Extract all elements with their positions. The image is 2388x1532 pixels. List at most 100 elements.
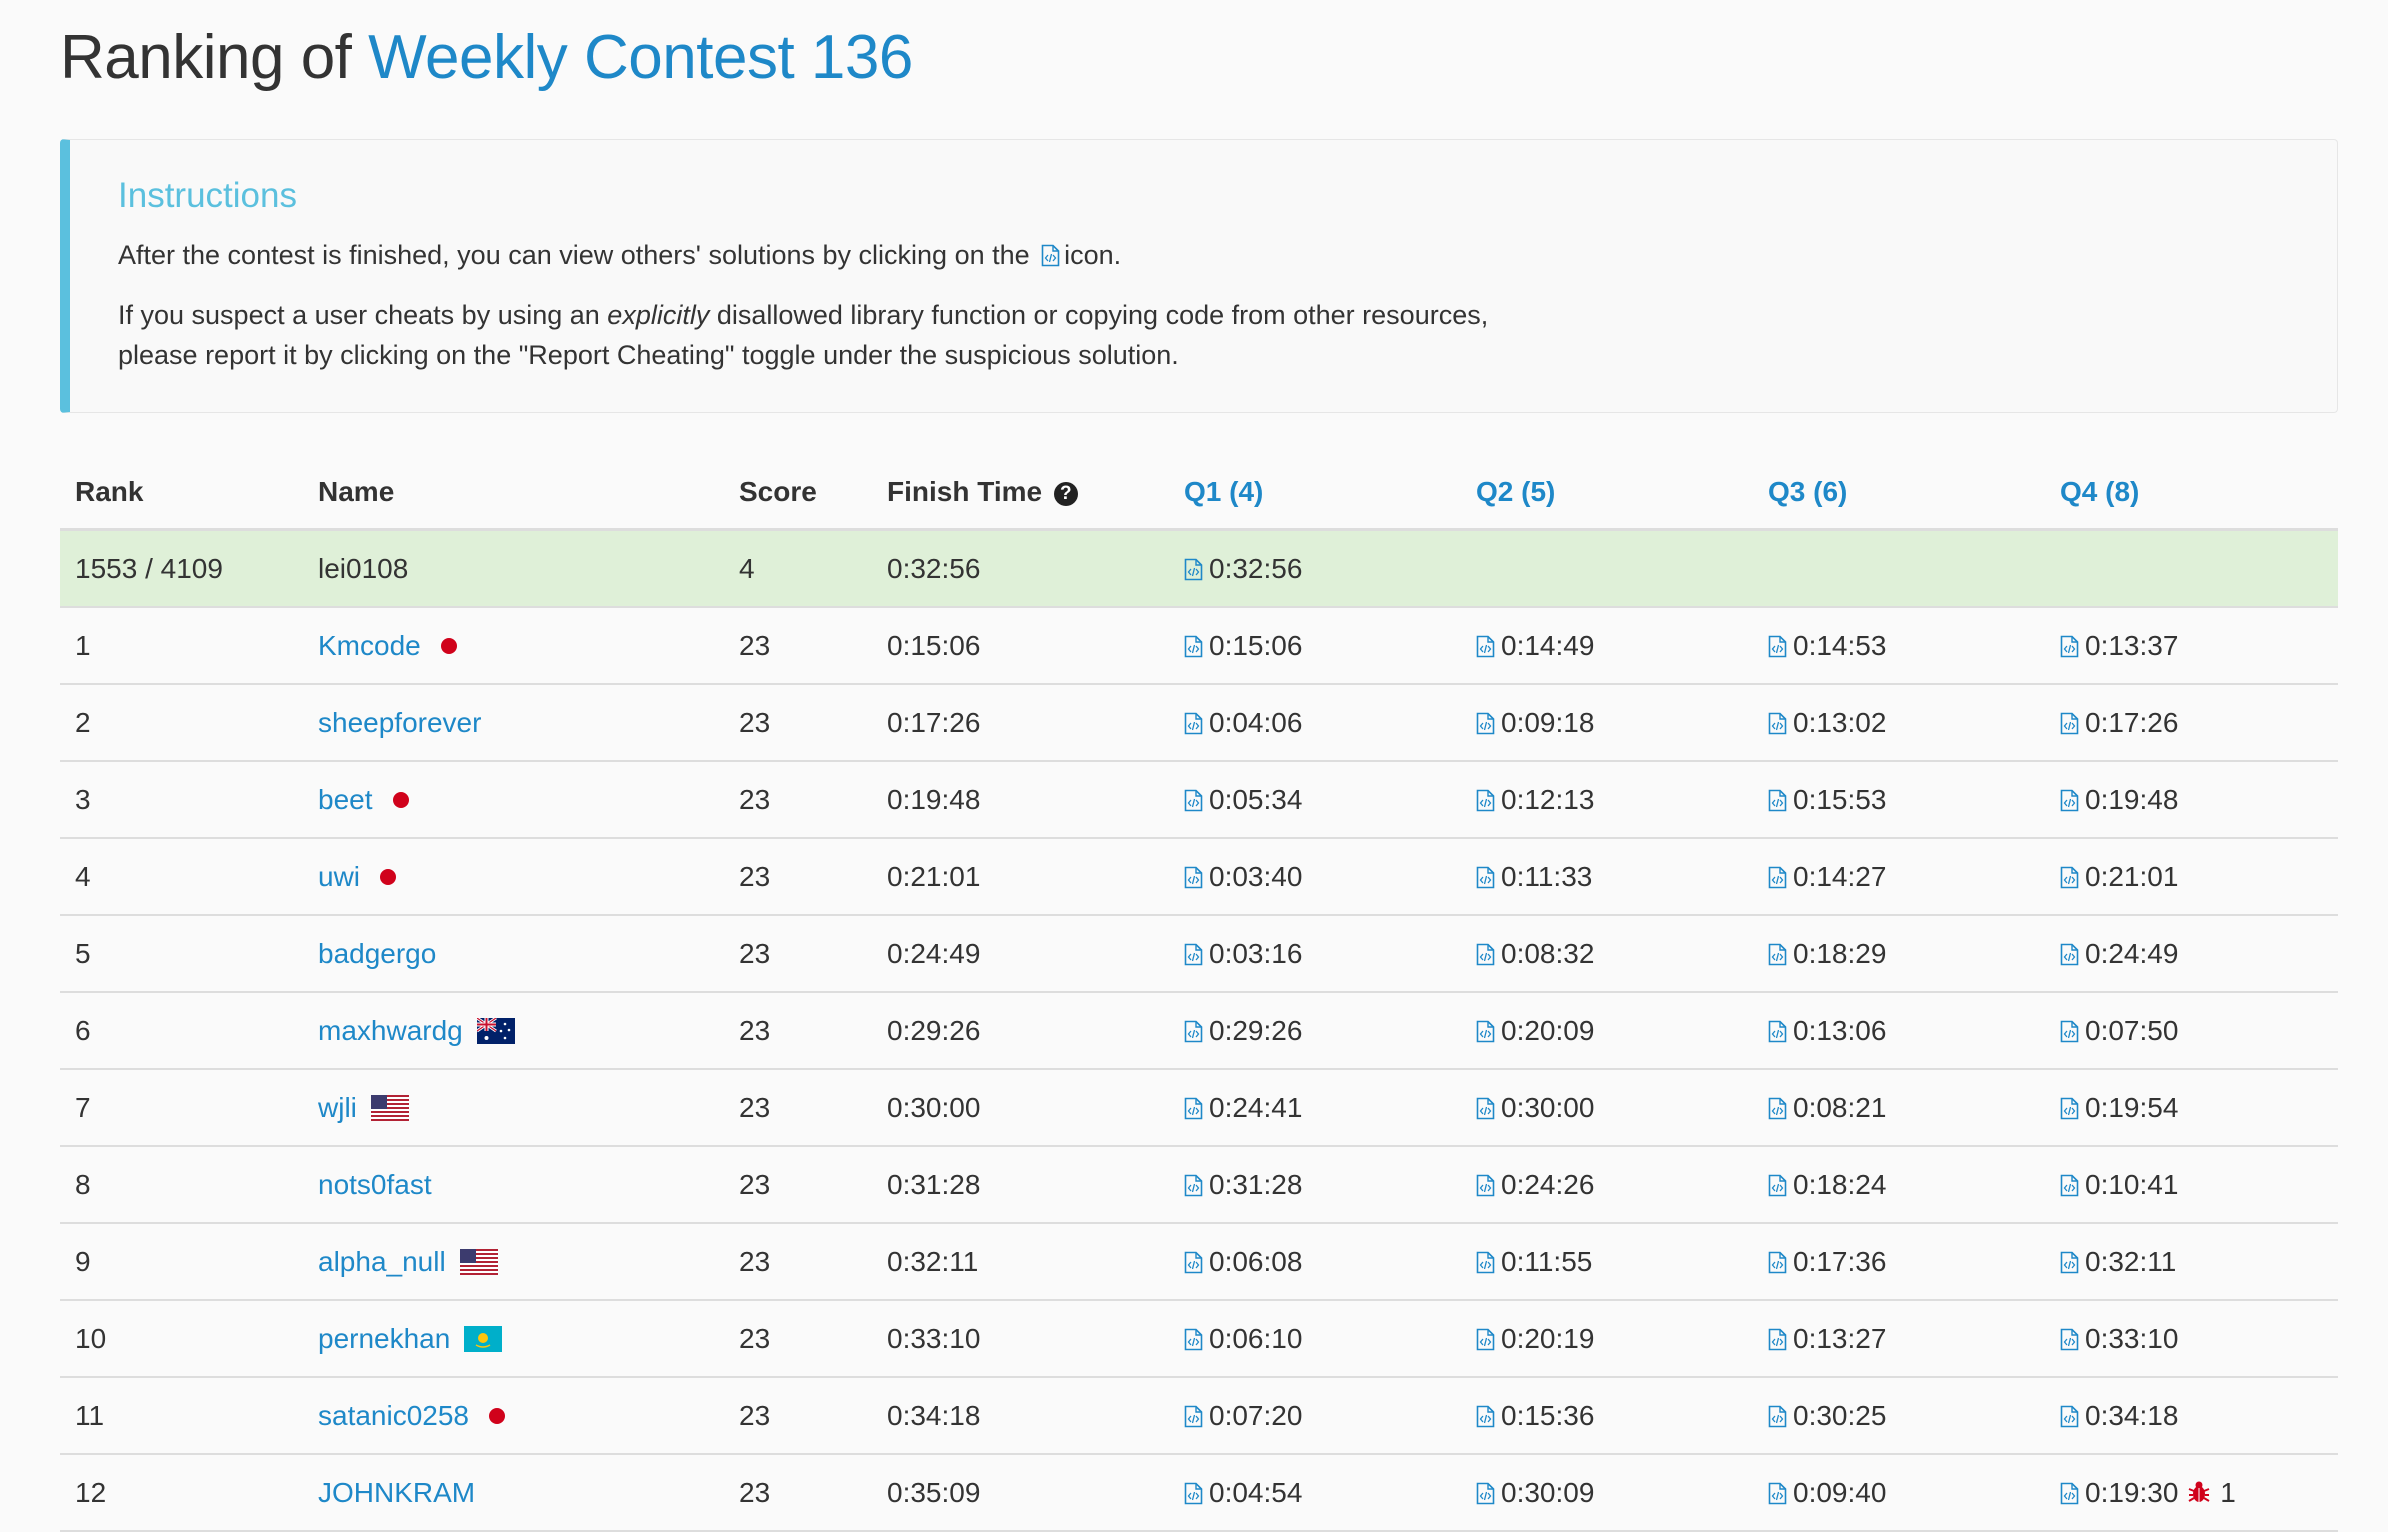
code-file-icon[interactable] [1476,1482,1495,1505]
code-file-icon[interactable] [2060,1328,2079,1351]
code-file-icon[interactable] [1768,635,1787,658]
code-file-icon[interactable] [1184,1482,1203,1505]
code-file-icon[interactable] [1768,1482,1787,1505]
header-q4[interactable]: Q4 (8) [2045,456,2338,531]
q4-cell[interactable]: 0:19:54 [2045,1069,2338,1147]
q4-cell[interactable]: 0:21:01 [2045,838,2338,916]
code-file-icon[interactable] [2060,789,2079,812]
q1-cell[interactable]: 0:04:54 [1169,1454,1461,1532]
code-file-icon[interactable] [1184,1405,1203,1428]
q4-cell[interactable]: 0:33:10 [2045,1300,2338,1378]
q3-cell[interactable]: 0:09:40 [1753,1454,2045,1532]
code-file-icon[interactable] [1184,1328,1203,1351]
user-link[interactable]: beet [318,784,373,815]
code-file-icon[interactable] [1476,866,1495,889]
q4-cell[interactable]: 0:17:26 [2045,684,2338,762]
user-link[interactable]: uwi [318,861,360,892]
user-link[interactable]: sheepforever [318,707,481,738]
header-q2[interactable]: Q2 (5) [1461,456,1753,531]
code-file-icon[interactable] [1184,558,1203,581]
q4-cell[interactable]: 0:13:37 [2045,607,2338,685]
user-link[interactable]: Kmcode [318,630,421,661]
q2-cell[interactable]: 0:20:19 [1461,1300,1753,1378]
q4-cell[interactable]: 0:34:18 [2045,1377,2338,1455]
q4-cell[interactable]: 0:19:48 [2045,761,2338,839]
code-file-icon[interactable] [1768,866,1787,889]
q3-cell[interactable]: 0:08:21 [1753,1069,2045,1147]
q2-cell[interactable]: 0:24:26 [1461,1146,1753,1224]
code-file-icon[interactable] [2060,943,2079,966]
q1-cell[interactable]: 0:03:40 [1169,838,1461,916]
code-file-icon[interactable] [2060,712,2079,735]
code-file-icon[interactable] [1184,712,1203,735]
code-file-icon[interactable] [1768,1405,1787,1428]
header-q3[interactable]: Q3 (6) [1753,456,2045,531]
q3-cell[interactable]: 0:13:27 [1753,1300,2045,1378]
my-q1-cell[interactable]: 0:32:56 [1169,529,1461,608]
q1-cell[interactable]: 0:24:41 [1169,1069,1461,1147]
code-file-icon[interactable] [1184,1174,1203,1197]
user-link[interactable]: wjli [318,1092,357,1123]
q3-cell[interactable]: 0:13:02 [1753,684,2045,762]
q2-cell[interactable]: 0:11:55 [1461,1223,1753,1301]
code-file-icon[interactable] [1476,1020,1495,1043]
q2-cell[interactable]: 0:15:36 [1461,1377,1753,1455]
q3-cell[interactable]: 0:13:06 [1753,992,2045,1070]
code-file-icon[interactable] [2060,1097,2079,1120]
q4-cell[interactable]: 0:32:11 [2045,1223,2338,1301]
user-link[interactable]: badgergo [318,938,436,969]
code-file-icon[interactable] [1768,1097,1787,1120]
q3-cell[interactable]: 0:18:29 [1753,915,2045,993]
q2-cell[interactable]: 0:30:00 [1461,1069,1753,1147]
q1-cell[interactable]: 0:06:08 [1169,1223,1461,1301]
code-file-icon[interactable] [1476,635,1495,658]
q1-cell[interactable]: 0:31:28 [1169,1146,1461,1224]
code-file-icon[interactable] [2060,1482,2079,1505]
question-circle-icon[interactable]: ? [1053,482,1078,506]
q2-cell[interactable]: 0:08:32 [1461,915,1753,993]
code-file-icon[interactable] [1476,1328,1495,1351]
q1-cell[interactable]: 0:15:06 [1169,607,1461,685]
code-file-icon[interactable] [1476,1405,1495,1428]
code-file-icon[interactable] [1184,866,1203,889]
q1-cell[interactable]: 0:04:06 [1169,684,1461,762]
q4-cell[interactable]: 0:10:41 [2045,1146,2338,1224]
q3-cell[interactable]: 0:18:24 [1753,1146,2045,1224]
q3-cell[interactable]: 0:17:36 [1753,1223,2045,1301]
q3-cell[interactable]: 0:30:25 [1753,1377,2045,1455]
code-file-icon[interactable] [2060,1251,2079,1274]
code-file-icon[interactable] [1476,712,1495,735]
q4-cell[interactable]: 0:19:30 1 [2045,1454,2338,1532]
q2-cell[interactable]: 0:12:13 [1461,761,1753,839]
code-file-icon[interactable] [1768,1020,1787,1043]
code-file-icon[interactable] [1184,1020,1203,1043]
q2-cell[interactable]: 0:14:49 [1461,607,1753,685]
code-file-icon[interactable] [1184,1251,1203,1274]
user-link[interactable]: pernekhan [318,1323,450,1354]
q2-cell[interactable]: 0:20:09 [1461,992,1753,1070]
code-file-icon[interactable] [1768,1328,1787,1351]
q2-cell[interactable]: 0:09:18 [1461,684,1753,762]
code-file-icon[interactable] [2060,1174,2079,1197]
q1-cell[interactable]: 0:29:26 [1169,992,1461,1070]
q4-cell[interactable]: 0:07:50 [2045,992,2338,1070]
code-file-icon[interactable] [1476,789,1495,812]
code-file-icon[interactable] [1184,1097,1203,1120]
user-link[interactable]: nots0fast [318,1169,432,1200]
contest-link[interactable]: Weekly Contest 136 [368,23,913,92]
code-file-icon[interactable] [1476,943,1495,966]
code-file-icon[interactable] [1768,712,1787,735]
code-file-icon[interactable] [1476,1251,1495,1274]
user-link[interactable]: JOHNKRAM [318,1477,475,1508]
code-file-icon[interactable] [1768,1174,1787,1197]
q4-cell[interactable]: 0:24:49 [2045,915,2338,993]
q1-cell[interactable]: 0:05:34 [1169,761,1461,839]
q1-cell[interactable]: 0:03:16 [1169,915,1461,993]
q3-cell[interactable]: 0:14:27 [1753,838,2045,916]
code-file-icon[interactable] [1768,789,1787,812]
q3-cell[interactable]: 0:14:53 [1753,607,2045,685]
code-file-icon[interactable] [2060,1020,2079,1043]
code-file-icon[interactable] [1476,1097,1495,1120]
user-link[interactable]: alpha_null [318,1246,446,1277]
q2-cell[interactable]: 0:11:33 [1461,838,1753,916]
